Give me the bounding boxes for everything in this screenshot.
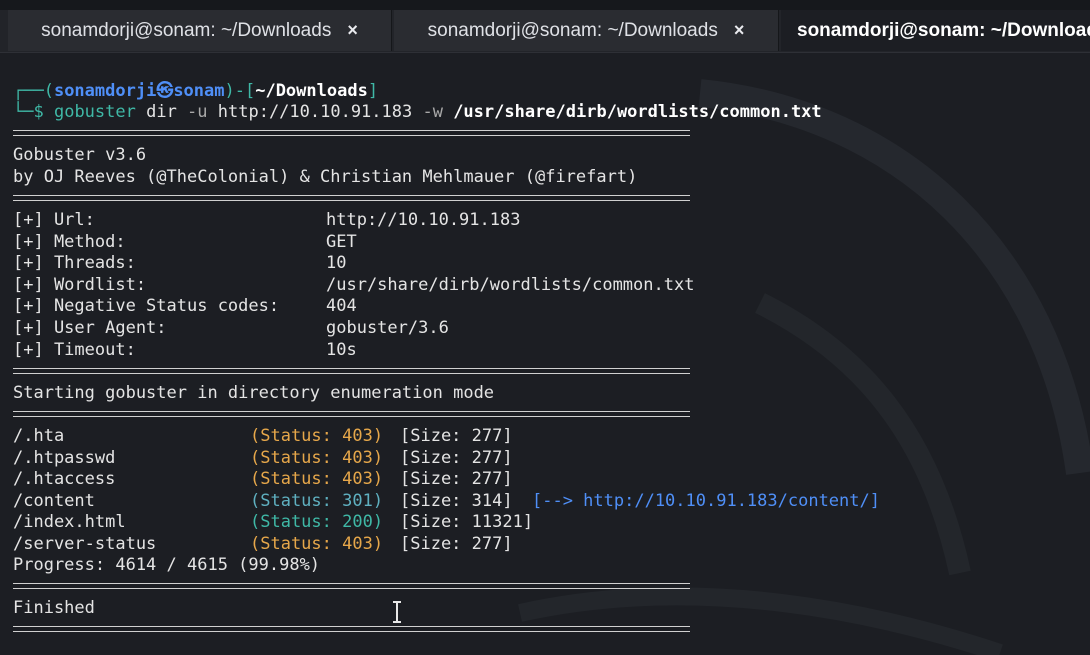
result-row: /.htpasswd (Status: 403) [Size: 277]	[13, 448, 513, 468]
tab-terminal-1[interactable]: sonamdorji@sonam: ~/Downloads ×	[8, 10, 392, 51]
tab-label: sonamdorji@sonam: ~/Downloads	[797, 19, 1090, 41]
terminal-window: sonamdorji@sonam: ~/Downloads × sonamdor…	[0, 0, 1090, 655]
result-row: /.hta (Status: 403) [Size: 277]	[13, 426, 513, 446]
tab-bar: sonamdorji@sonam: ~/Downloads × sonamdor…	[0, 10, 1090, 53]
config-row: [+] Method: GET	[13, 232, 357, 252]
result-row: /server-status (Status: 403) [Size: 277]	[13, 534, 513, 554]
text-cursor-icon	[393, 601, 401, 623]
progress-text: Progress: 4614 / 4615 (99.98%)	[13, 555, 321, 575]
config-row: [+] Timeout: 10s	[13, 340, 357, 360]
tab-label: sonamdorji@sonam: ~/Downloads	[427, 19, 718, 41]
banner-version: Gobuster v3.6	[13, 145, 147, 165]
divider	[13, 626, 690, 632]
start-message: Starting gobuster in directory enumerati…	[13, 383, 495, 403]
result-row: /.htaccess (Status: 403) [Size: 277]	[13, 469, 513, 489]
config-row: [+] Negative Status codes: 404	[13, 296, 357, 316]
command-line: └─$ gobuster dir -u http://10.10.91.183 …	[13, 102, 822, 122]
config-row: [+] Wordlist:/usr/share/dirb/wordlists/c…	[13, 275, 695, 295]
divider	[13, 583, 690, 589]
finished-text: Finished	[13, 598, 95, 618]
divider	[13, 368, 690, 374]
result-row: /index.html (Status: 200) [Size: 11321]	[13, 512, 534, 532]
close-icon[interactable]: ×	[734, 20, 745, 41]
terminal-output[interactable]: ┌──(sonamdorji㉿sonam)-[~/Downloads] └─$ …	[0, 53, 1090, 655]
tab-terminal-2[interactable]: sonamdorji@sonam: ~/Downloads ×	[394, 10, 779, 51]
config-row: [+] User Agent: gobuster/3.6	[13, 318, 449, 338]
result-row: /content (Status: 301) [Size: 314] [--> htt…	[13, 491, 880, 511]
divider	[13, 130, 690, 136]
close-icon[interactable]: ×	[347, 20, 358, 41]
banner-authors: by OJ Reeves (@TheColonial) & Christian …	[13, 167, 638, 187]
title-strip	[0, 0, 1090, 10]
redirect-link: [--> http://10.10.91.183/content/]	[532, 491, 880, 511]
config-row: [+] Threads: 10	[13, 253, 347, 273]
divider	[13, 411, 690, 417]
config-row: [+] Url: http://10.10.91.183	[13, 210, 521, 230]
prompt-line: ┌──(sonamdorji㉿sonam)-[~/Downloads]	[13, 81, 379, 101]
tab-terminal-3-active[interactable]: sonamdorji@sonam: ~/Downloads	[781, 10, 1090, 51]
tab-label: sonamdorji@sonam: ~/Downloads	[41, 19, 332, 41]
divider	[13, 195, 690, 201]
